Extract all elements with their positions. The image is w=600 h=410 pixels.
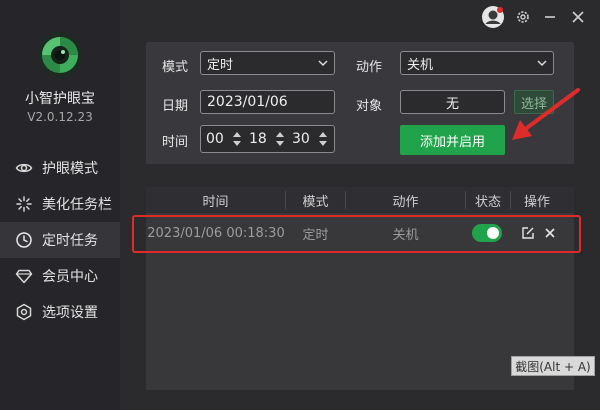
- sidebar-item-scheduled-task[interactable]: 定时任务: [0, 222, 120, 258]
- clock-icon: [15, 231, 33, 249]
- row-mode: 定时: [302, 227, 329, 243]
- app-logo-icon: [37, 32, 83, 78]
- sidebar-item-settings[interactable]: 选项设置: [0, 294, 120, 330]
- mode-select[interactable]: 定时: [200, 51, 335, 75]
- task-table: 时间 模式 动作 状态 操作 2023/01/06 00:18:30 定时 关机: [146, 187, 574, 390]
- hour-stepper-icon[interactable]: [232, 129, 242, 149]
- sidebar-item-taskbar[interactable]: 美化任务栏: [0, 186, 120, 222]
- action-select[interactable]: 关机: [400, 51, 554, 75]
- date-field[interactable]: 2023/01/06: [200, 90, 335, 114]
- row-action: 关机: [392, 227, 419, 243]
- diamond-icon: [15, 267, 33, 285]
- action-value: 关机: [407, 57, 434, 73]
- action-label: 动作: [356, 60, 383, 75]
- eye-icon: [15, 159, 33, 177]
- hour-field[interactable]: 00: [206, 126, 224, 152]
- task-form-panel: 模式 定时 动作 关机 日期 2023/01/06 对象 无 选择 时间 00 …: [146, 42, 574, 164]
- edit-icon[interactable]: [521, 226, 535, 240]
- mode-label: 模式: [162, 60, 189, 75]
- settings-icon: [15, 303, 33, 321]
- chevron-down-icon: [318, 60, 328, 67]
- sidebar-item-label: 护眼模式: [42, 161, 98, 177]
- second-field[interactable]: 30: [292, 126, 310, 152]
- minute-stepper-icon[interactable]: [275, 129, 285, 149]
- mode-value: 定时: [207, 57, 234, 73]
- gear-icon[interactable]: [513, 7, 533, 27]
- table-header: 时间 模式 动作 状态 操作: [146, 187, 574, 213]
- minimize-icon[interactable]: [540, 7, 560, 27]
- sidebar-item-label: 选项设置: [42, 305, 98, 321]
- sidebar-item-label: 美化任务栏: [42, 197, 112, 213]
- close-icon[interactable]: [568, 7, 588, 27]
- column-header-mode: 模式: [302, 194, 329, 210]
- column-header-time: 时间: [202, 194, 229, 210]
- column-header-operation: 操作: [523, 194, 550, 210]
- delete-icon[interactable]: [543, 226, 557, 240]
- minute-field[interactable]: 18: [249, 126, 267, 152]
- column-header-status: 状态: [474, 194, 501, 210]
- add-and-enable-button[interactable]: 添加并启用: [400, 125, 505, 155]
- time-label: 时间: [162, 135, 189, 150]
- sidebar-item-eye-mode[interactable]: 护眼模式: [0, 150, 120, 186]
- choose-button[interactable]: 选择: [514, 90, 554, 114]
- sidebar-item-membership[interactable]: 会员中心: [0, 258, 120, 294]
- status-toggle[interactable]: [472, 224, 502, 242]
- avatar-icon[interactable]: [480, 4, 506, 30]
- sidebar: 小智护眼宝 V2.0.12.23 护眼模式 美化任务栏 定时任务 会员中心 选项…: [0, 0, 120, 410]
- sparkle-icon: [15, 195, 33, 213]
- column-header-action: 动作: [392, 194, 419, 210]
- toggle-knob: [487, 227, 499, 239]
- sidebar-item-label: 会员中心: [42, 269, 98, 285]
- target-label: 对象: [356, 99, 383, 114]
- app-version: V2.0.12.23: [27, 110, 93, 124]
- target-field[interactable]: 无: [400, 90, 505, 114]
- second-stepper-icon[interactable]: [318, 129, 328, 149]
- row-time: 2023/01/06 00:18:30: [147, 225, 285, 241]
- screenshot-tooltip: 截图(Alt + A): [511, 356, 595, 376]
- sidebar-item-label: 定时任务: [42, 233, 98, 249]
- date-label: 日期: [162, 99, 189, 114]
- chevron-down-icon: [537, 60, 547, 67]
- app-name: 小智护眼宝: [25, 91, 95, 107]
- time-input[interactable]: 00 18 30: [200, 125, 335, 153]
